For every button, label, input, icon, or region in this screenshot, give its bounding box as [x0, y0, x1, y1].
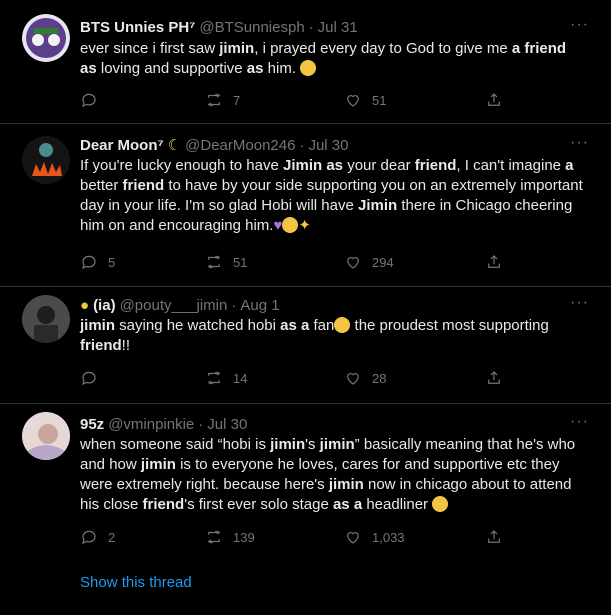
tweet-date[interactable]: Aug 1 — [240, 297, 279, 314]
tweet-3[interactable]: ● (ia) @pouty___jimin · Aug 1 ··· jimin … — [0, 287, 611, 404]
retweet-icon — [207, 255, 221, 269]
tweet-header: Dear Moon⁷ ☾ @DearMoon246 · Jul 30 — [80, 136, 349, 155]
tweet-header: ● (ia) @pouty___jimin · Aug 1 — [80, 296, 280, 314]
reply-icon — [82, 93, 96, 108]
share-icon — [488, 255, 500, 268]
share-button[interactable] — [485, 369, 503, 387]
share-button[interactable] — [485, 253, 503, 271]
reply-button[interactable] — [80, 91, 108, 109]
heart-icon — [347, 532, 359, 544]
tweet-text: If you're lucky enough to have Jimin as … — [80, 157, 583, 234]
like-button[interactable]: 1,033 — [344, 528, 405, 546]
retweet-button[interactable]: 51 — [205, 253, 247, 271]
crying-face-emoji — [432, 496, 449, 512]
avatar[interactable] — [22, 136, 70, 184]
reply-icon — [82, 255, 96, 270]
heart-icon — [347, 95, 359, 107]
retweet-button[interactable]: 7 — [205, 91, 240, 109]
tweet-text: jimin saying he watched hobi as a fan th… — [80, 317, 549, 354]
tweet-date[interactable]: Jul 30 — [308, 137, 348, 154]
avatar[interactable] — [22, 14, 70, 62]
like-count: 51 — [372, 92, 387, 108]
share-button[interactable] — [485, 91, 503, 109]
tweet-actions: 2 139 1,033 — [80, 528, 510, 548]
tweet-actions: 5 51 294 — [80, 253, 510, 273]
tweet-text: when someone said “hobi is jimin's jimin… — [80, 436, 576, 513]
handle[interactable]: @BTSunniesph — [199, 19, 304, 36]
sparkles-emoji: ✦ — [298, 217, 311, 234]
avatar-image — [22, 14, 70, 62]
more-options-icon[interactable]: ··· — [570, 413, 589, 431]
share-icon — [488, 371, 500, 384]
reply-count: 2 — [108, 529, 116, 545]
reply-button[interactable]: 5 — [80, 253, 115, 271]
more-options-icon[interactable]: ··· — [570, 294, 589, 312]
tweet-text: ever since i first saw jimin, i prayed e… — [80, 40, 567, 77]
retweet-count: 139 — [233, 529, 255, 545]
smiling-hearts-emoji — [282, 217, 299, 233]
like-count: 1,033 — [372, 529, 405, 545]
display-name[interactable]: Dear Moon⁷ — [80, 137, 164, 154]
avatar[interactable] — [22, 295, 70, 343]
show-thread-link[interactable]: Show this thread — [80, 574, 192, 591]
display-name[interactable]: 95z — [80, 416, 104, 433]
retweet-count: 51 — [233, 254, 248, 270]
share-icon — [488, 530, 500, 543]
handle[interactable]: @vminpinkie — [108, 416, 194, 433]
tweet-header: BTS Unnies PH⁷ @BTSunniesph · Jul 31 — [80, 18, 358, 36]
display-name[interactable]: BTS Unnies PH⁷ — [80, 19, 195, 36]
tweet-date[interactable]: Jul 30 — [207, 416, 247, 433]
relieved-face-emoji — [334, 317, 351, 333]
handle[interactable]: @DearMoon246 — [185, 137, 295, 154]
share-icon — [488, 93, 500, 106]
handle[interactable]: @pouty___jimin — [120, 297, 228, 314]
avatar-image — [22, 136, 70, 184]
tweet-header: 95z @vminpinkie · Jul 30 — [80, 415, 248, 433]
tweet-date[interactable]: Jul 31 — [318, 19, 358, 36]
heart-icon — [347, 373, 359, 385]
retweet-icon — [207, 371, 221, 385]
heart-icon — [347, 257, 359, 269]
tweet-actions: 14 28 — [80, 369, 510, 389]
reply-icon — [82, 530, 96, 545]
like-button[interactable]: 294 — [344, 253, 394, 271]
like-button[interactable]: 28 — [344, 369, 386, 387]
like-button[interactable]: 51 — [344, 91, 386, 109]
tweet-actions: 7 51 — [80, 91, 510, 111]
relieved-face-emoji — [300, 60, 317, 76]
more-options-icon[interactable]: ··· — [570, 134, 589, 152]
avatar-image — [22, 295, 70, 343]
crescent-moon-emoji: ☾ — [167, 137, 182, 154]
retweet-icon — [207, 93, 221, 107]
retweet-count: 7 — [233, 92, 241, 108]
display-name[interactable]: (ia) — [93, 297, 116, 314]
reply-icon — [82, 371, 96, 386]
avatar[interactable] — [22, 412, 70, 460]
more-options-icon[interactable]: ··· — [570, 16, 589, 34]
retweet-count: 14 — [233, 370, 248, 386]
reply-button[interactable] — [80, 369, 108, 387]
share-button[interactable] — [485, 528, 503, 546]
chick-emoji: ● — [80, 296, 90, 314]
retweet-icon — [207, 530, 221, 544]
like-count: 294 — [372, 254, 394, 270]
tweet-1[interactable]: BTS Unnies PH⁷ @BTSunniesph · Jul 31 ···… — [0, 0, 611, 124]
like-count: 28 — [372, 370, 387, 386]
purple-heart-emoji: ♥ — [273, 217, 283, 234]
tweet-2[interactable]: Dear Moon⁷ ☾ @DearMoon246 · Jul 30 ··· I… — [0, 124, 611, 287]
retweet-button[interactable]: 14 — [205, 369, 247, 387]
retweet-button[interactable]: 139 — [205, 528, 255, 546]
avatar-image — [22, 412, 70, 460]
reply-count: 5 — [108, 254, 116, 270]
reply-button[interactable]: 2 — [80, 528, 115, 546]
